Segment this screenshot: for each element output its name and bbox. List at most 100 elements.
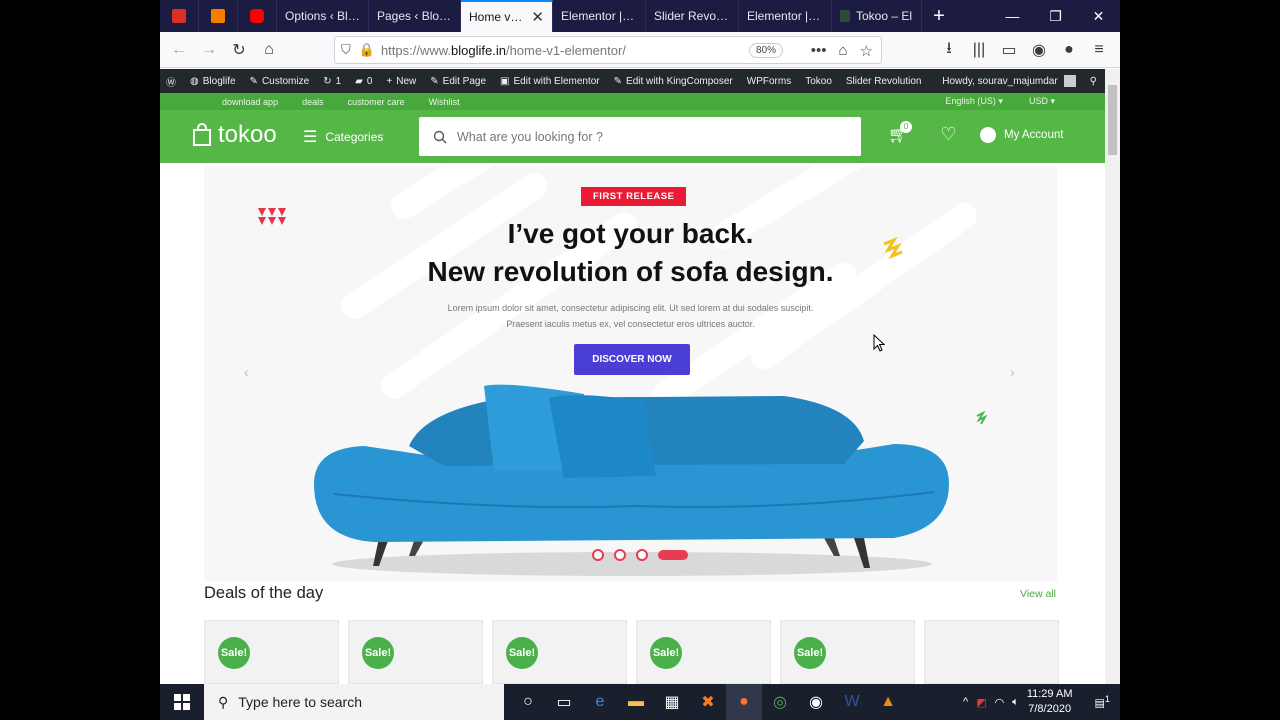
vlc-icon[interactable]: ▲ <box>870 684 906 720</box>
url-prefix: https://www. <box>380 42 452 58</box>
slider-next-icon[interactable]: › <box>1010 364 1015 380</box>
maximize-icon[interactable]: ❐ <box>1034 0 1077 32</box>
task-view-icon[interactable]: ▭ <box>546 684 582 720</box>
obs-icon[interactable]: ◉ <box>798 684 834 720</box>
slider-prev-icon[interactable]: ‹ <box>244 364 249 380</box>
extension-icon[interactable]: ● <box>1054 36 1084 64</box>
reload-icon[interactable]: ↻ <box>224 36 254 64</box>
tab-elementor-1[interactable]: Elementor | Ho <box>553 0 646 32</box>
windows-start-icon[interactable] <box>160 684 204 720</box>
product-card[interactable]: Sale! <box>492 620 627 684</box>
slider-dot[interactable] <box>636 549 648 561</box>
reader-view-icon[interactable]: ▭ <box>994 36 1024 64</box>
tab-elementor-2[interactable]: Elementor | Ho <box>739 0 832 32</box>
bookmark-star-icon[interactable]: ☆ <box>860 42 873 60</box>
cortana-icon[interactable]: ○ <box>510 684 546 720</box>
adminbar-edit-elementor[interactable]: ▣ Edit with Elementor <box>500 76 600 87</box>
adminbar-label: Tokoo <box>805 75 832 87</box>
menu-hamburger-icon[interactable]: ≡ <box>1084 36 1114 64</box>
tab-home-active[interactable]: Home v1 el ✕ <box>461 0 553 32</box>
chrome-icon[interactable]: ◎ <box>762 684 798 720</box>
close-tab-icon[interactable]: ✕ <box>531 8 544 26</box>
wifi-icon[interactable]: ◠ <box>995 696 1005 709</box>
adminbar-customize[interactable]: ✎ Customize <box>250 76 310 87</box>
taskbar-search-box[interactable]: ⚲ Type here to search <box>204 684 504 720</box>
topbar-link-deals[interactable]: deals <box>302 97 324 107</box>
lock-icon[interactable]: 🔒 <box>359 42 375 58</box>
word-icon[interactable]: W <box>834 684 870 720</box>
pinned-tab-blogger[interactable] <box>199 0 238 32</box>
product-card[interactable]: Sale! <box>636 620 771 684</box>
adminbar-howdy[interactable]: Howdy, sourav_majumdar <box>942 76 1057 87</box>
product-card[interactable]: Sale! <box>348 620 483 684</box>
page-scrollbar[interactable] <box>1105 69 1120 684</box>
adminbar-updates[interactable]: ↻ 1 <box>323 76 341 87</box>
wordpress-logo-icon[interactable]: Ⓦ <box>166 74 176 89</box>
adminbar-slider-revolution[interactable]: Slider Revolution <box>846 76 922 87</box>
product-card[interactable] <box>924 620 1059 684</box>
tab-tokoo[interactable]: Tokoo – El <box>832 0 922 32</box>
taskbar-clock[interactable]: 11:29 AM 7/8/2020 <box>1027 687 1073 717</box>
slider-dot[interactable] <box>614 549 626 561</box>
downloads-icon[interactable]: ⭳ <box>934 36 964 64</box>
search-input[interactable]: What are you looking for ? <box>419 117 861 156</box>
wishlist-heart-icon[interactable]: ♡ <box>940 124 956 145</box>
pocket-icon[interactable]: ⌂ <box>838 42 847 60</box>
tab-pages[interactable]: Pages ‹ Bloglif <box>369 0 461 32</box>
home-icon[interactable]: ⌂ <box>254 36 284 64</box>
pinned-tab-gmail[interactable] <box>160 0 199 32</box>
forward-icon[interactable]: → <box>194 36 224 64</box>
topbar-link-download-app[interactable]: download app <box>222 97 278 107</box>
search-icon[interactable]: ⚲ <box>1090 76 1097 87</box>
store-icon[interactable]: ▦ <box>654 684 690 720</box>
new-tab-button[interactable]: + <box>922 0 956 32</box>
tab-options[interactable]: Options ‹ Blog <box>277 0 369 32</box>
adminbar-edit-kingcomposer[interactable]: ✎ Edit with KingComposer <box>614 76 733 87</box>
slider-dot[interactable] <box>592 549 604 561</box>
adminbar-comments[interactable]: ▰ 0 <box>355 76 372 87</box>
adminbar-edit-page[interactable]: ✎ Edit Page <box>430 76 486 87</box>
volume-icon[interactable]: 🔈︎ <box>1012 696 1019 709</box>
site-logo[interactable]: tokoo <box>192 121 277 149</box>
discover-now-button[interactable]: DISCOVER NOW <box>574 344 690 375</box>
currency-value: USD <box>1028 96 1048 106</box>
language-select[interactable]: English (US) ▾ <box>945 96 1003 107</box>
slider-dot-active[interactable] <box>658 550 688 560</box>
action-center-icon[interactable]: ▤1 <box>1095 694 1111 710</box>
tray-expand-icon[interactable]: ^ <box>963 696 968 708</box>
url-bar[interactable]: ⛉ 🔒 https://www. bloglife.in/home-v1-elem… <box>334 36 882 64</box>
shield-icon[interactable]: ⛉ <box>341 42 351 58</box>
pencil-icon: ✎ <box>430 75 439 87</box>
adminbar-new[interactable]: + New <box>386 76 416 87</box>
library-icon[interactable]: ||| <box>964 36 994 64</box>
topbar-link-customer-care[interactable]: customer care <box>348 97 405 107</box>
xampp-icon[interactable]: ✖ <box>690 684 726 720</box>
zoom-level-badge[interactable]: 80% <box>748 43 783 58</box>
pinned-tab-youtube[interactable] <box>238 0 277 32</box>
tray-app-icon[interactable]: ◩ <box>976 696 986 709</box>
view-all-link[interactable]: View all <box>1020 588 1056 600</box>
search-icon <box>433 130 447 143</box>
minimize-icon[interactable]: — <box>991 0 1034 32</box>
product-card[interactable]: Sale! <box>204 620 339 684</box>
adminbar-wpforms[interactable]: WPForms <box>747 76 791 87</box>
edge-icon[interactable]: e <box>582 684 618 720</box>
cart-icon[interactable]: 🛒︎ 0 <box>888 120 912 145</box>
adminbar-tokoo[interactable]: Tokoo <box>805 76 832 87</box>
tab-slider-revolution[interactable]: Slider Revoluti <box>646 0 739 32</box>
currency-select[interactable]: USD ▾ <box>1029 96 1055 107</box>
close-window-icon[interactable]: ✕ <box>1077 0 1120 32</box>
file-explorer-icon[interactable]: ▬ <box>618 684 654 720</box>
scrollbar-thumb[interactable] <box>1108 85 1117 155</box>
more-actions-icon[interactable]: ••• <box>811 42 827 60</box>
adminbar-site[interactable]: ◍ Bloglife <box>190 76 236 87</box>
categories-button[interactable]: ☰ Categories <box>303 127 383 147</box>
back-icon[interactable]: ← <box>164 36 194 64</box>
hero-description-line-1: Lorem ipsum dolor sit amet, consectetur … <box>447 303 814 313</box>
product-card[interactable]: Sale! <box>780 620 915 684</box>
account-icon[interactable]: ◉ <box>1024 36 1054 64</box>
avatar[interactable] <box>1063 75 1076 87</box>
my-account-button[interactable]: My Account <box>980 127 1063 143</box>
topbar-link-wishlist[interactable]: Wishlist <box>429 97 460 107</box>
firefox-icon[interactable]: ● <box>726 684 762 720</box>
